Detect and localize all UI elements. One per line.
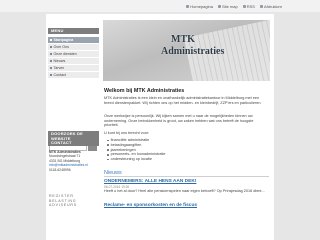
contact-heading: CONTACT bbox=[48, 140, 99, 146]
page-container: MENU Startpagina Over Ons Onze diensten … bbox=[46, 14, 274, 240]
news-divider bbox=[104, 176, 269, 177]
contact-info: MTK Administraties Noordsingelstraat 71 … bbox=[49, 150, 99, 172]
bullet-icon bbox=[50, 60, 52, 62]
bullet-icon bbox=[107, 144, 109, 146]
bullet-icon bbox=[107, 139, 109, 142]
contact-phone: 0118-6248996 bbox=[49, 167, 71, 172]
menu-item-contact[interactable]: Contact bbox=[48, 72, 99, 79]
list-item: ondersteuning op locatie bbox=[107, 157, 165, 162]
print-link[interactable]: Afdrukken bbox=[259, 4, 282, 9]
sitemap-icon bbox=[217, 4, 221, 8]
rss-icon bbox=[242, 4, 246, 8]
bullet-icon bbox=[50, 67, 52, 69]
print-icon bbox=[259, 4, 263, 8]
sitemap-link[interactable]: Site map bbox=[217, 4, 238, 9]
banner-title-line1: MTK bbox=[171, 34, 195, 45]
bullet-icon bbox=[107, 158, 109, 161]
bullet-icon bbox=[50, 46, 52, 48]
news-item-headline[interactable]: ONDERNEMERS: ALLE HENS AAN DEK! bbox=[104, 179, 196, 184]
page-title: Welkom bij MTK Administraties bbox=[104, 88, 185, 94]
menu-list: Startpagina Over Ons Onze diensten Nieuw… bbox=[48, 37, 99, 79]
bullet-icon bbox=[50, 74, 52, 76]
bullet-icon bbox=[50, 53, 52, 55]
news-item-text: Heeft u het al door? Heel alle pensioens… bbox=[104, 189, 265, 193]
rss-link[interactable]: RSS bbox=[242, 4, 255, 9]
services-intro: U kunt bij ons terecht voor: bbox=[104, 131, 150, 135]
bullet-icon bbox=[107, 149, 109, 151]
sidebar: MENU Startpagina Over Ons Onze diensten … bbox=[46, 14, 99, 240]
banner-title-line2: Administraties bbox=[161, 46, 225, 57]
bullet-icon bbox=[107, 153, 109, 156]
top-utility-bar: Homepagina Site map RSS Afdrukken bbox=[0, 0, 320, 12]
main-content: MTK Administraties Welkom bij MTK Admini… bbox=[103, 14, 274, 240]
news-item-headline[interactable]: Reclame- en sponsorkosten en de fiscus bbox=[104, 203, 197, 208]
intro-paragraph: MTK Administraties is een klein en onafh… bbox=[104, 96, 262, 105]
register-belastingadviseurs-logo: REGISTER BELASTING ADVISEURS bbox=[49, 194, 77, 208]
homepage-link[interactable]: Homepagina bbox=[186, 4, 213, 9]
bullet-icon bbox=[50, 39, 52, 41]
services-list: financiële administratie belastingaangif… bbox=[107, 138, 165, 162]
header-banner: MTK Administraties bbox=[103, 20, 270, 81]
menu-heading: MENU bbox=[48, 28, 99, 34]
approach-paragraph: Onze werkwijze is persoonlijk. Wij kijke… bbox=[104, 114, 254, 127]
home-icon bbox=[186, 4, 190, 8]
